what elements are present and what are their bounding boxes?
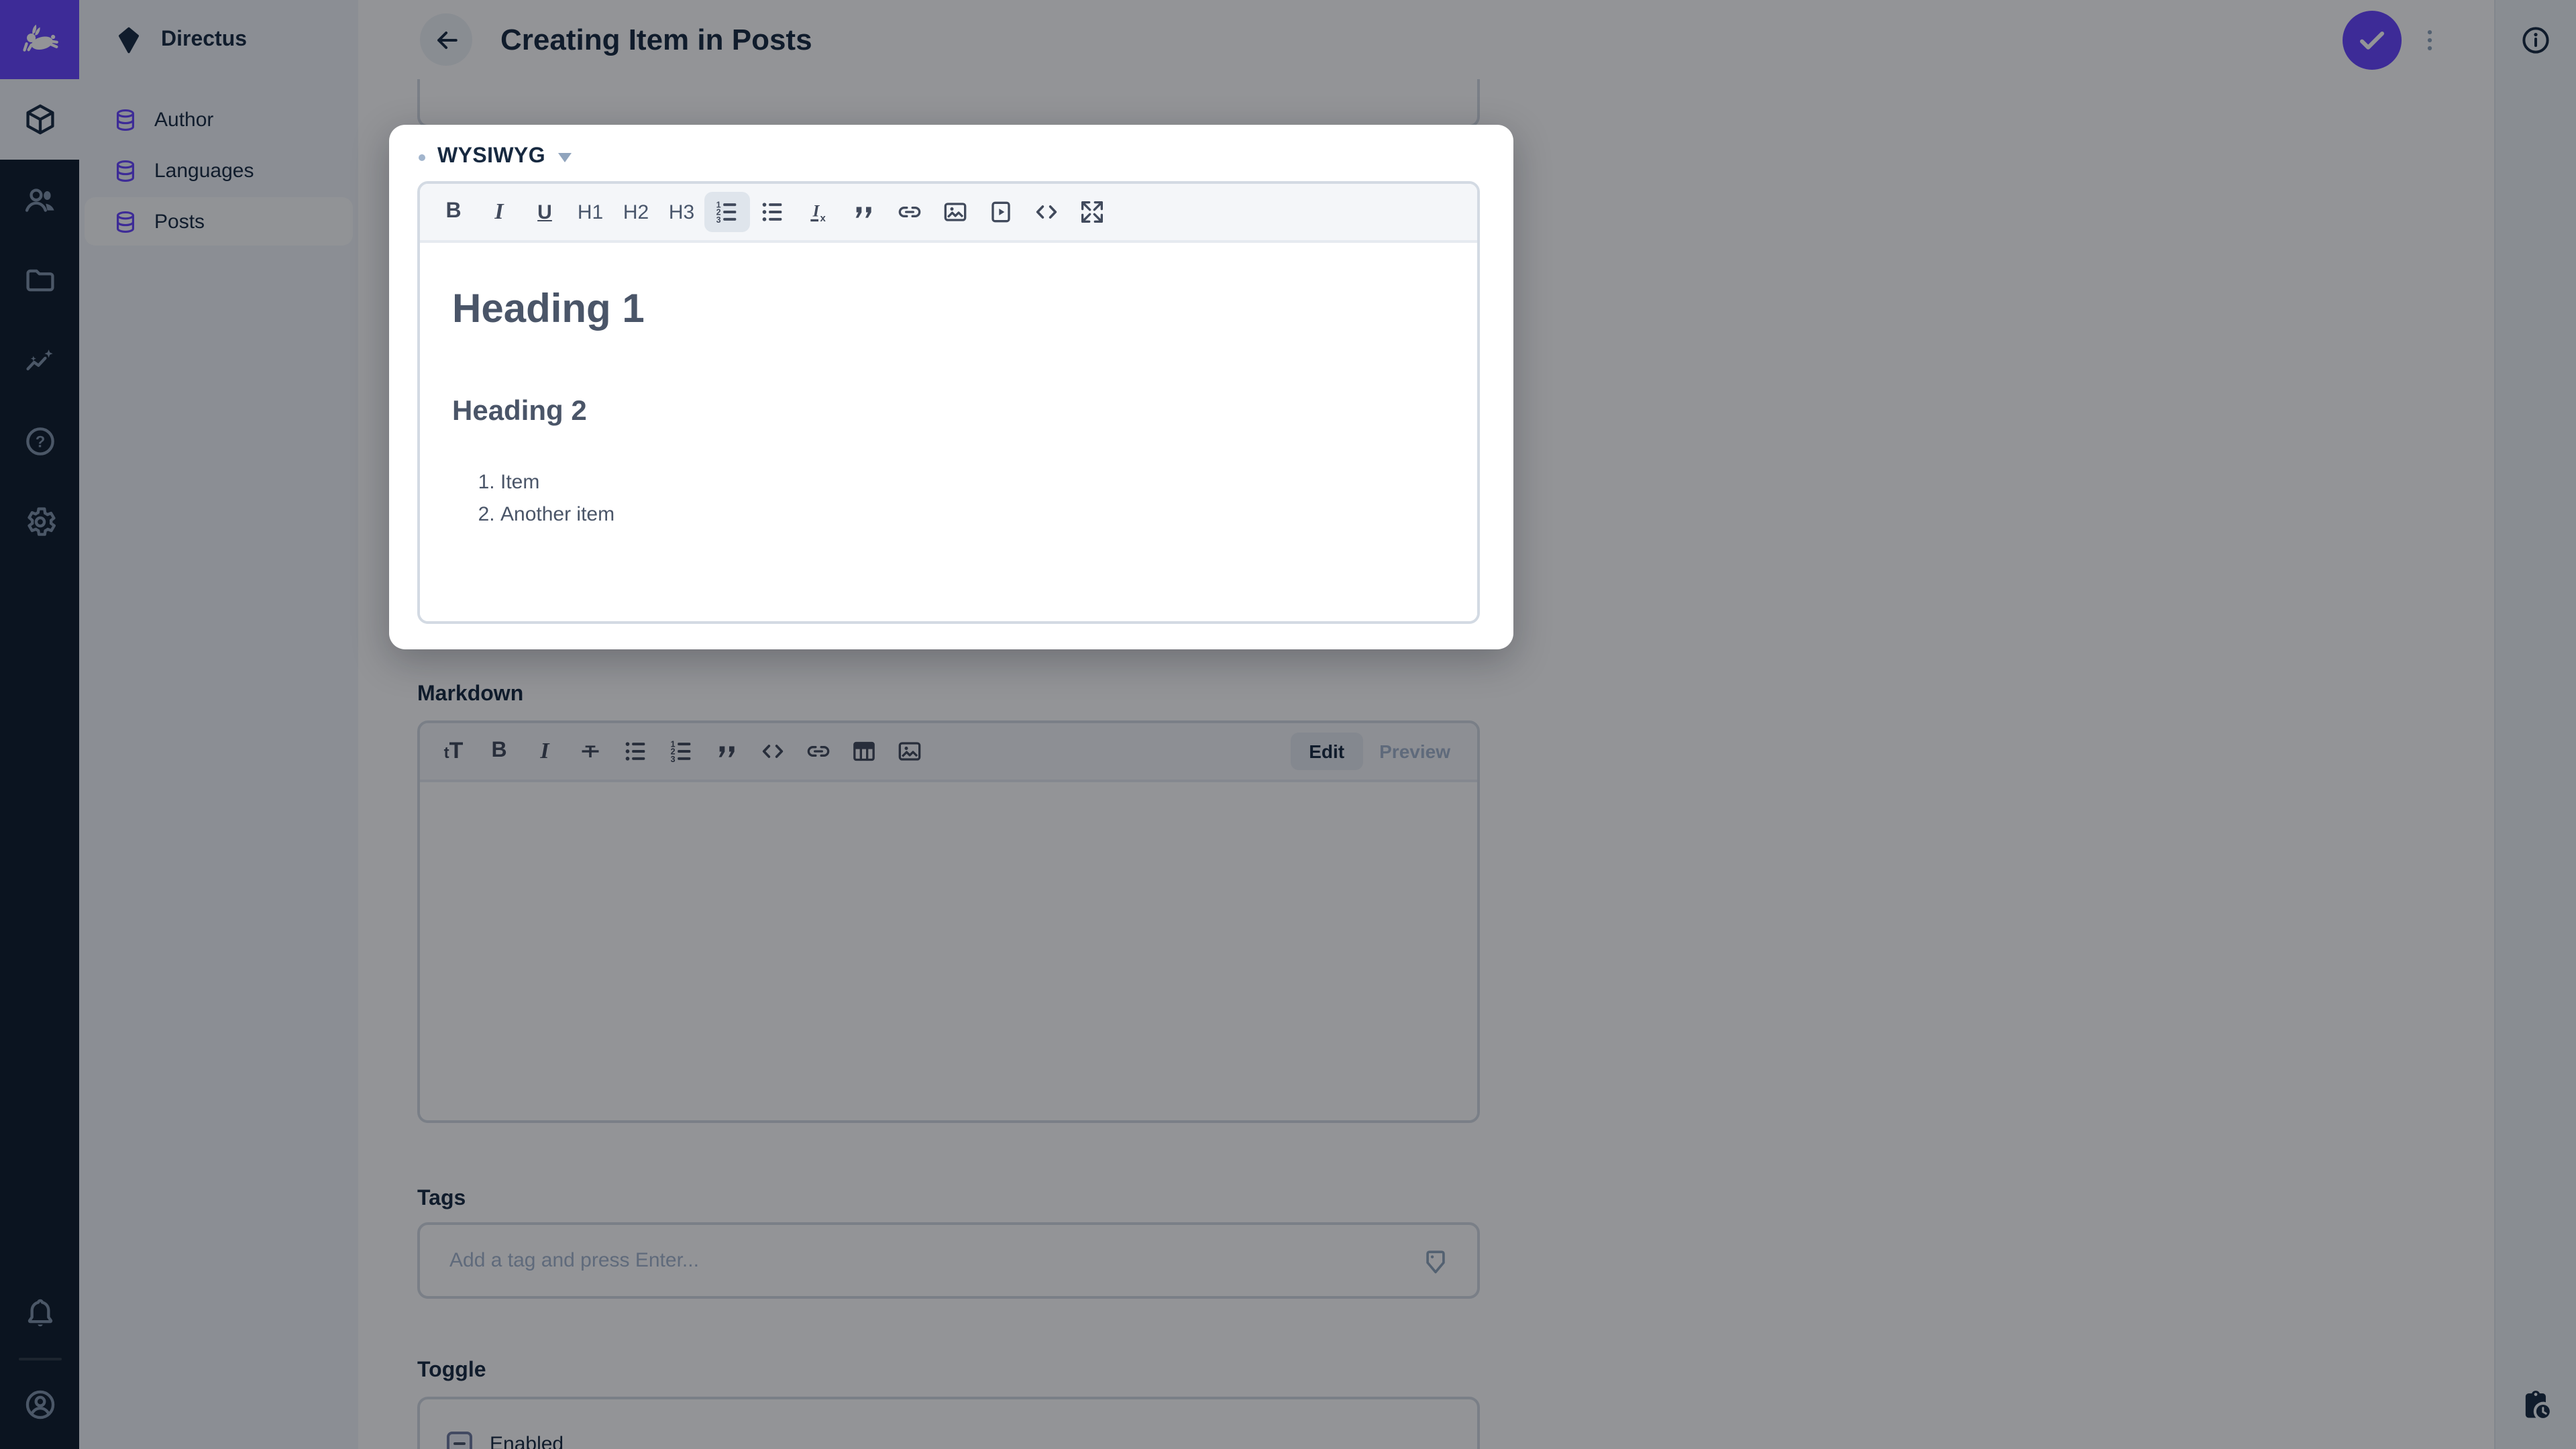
fullscreen-button[interactable]: [1069, 192, 1115, 232]
media-button[interactable]: [978, 192, 1024, 232]
chevron-down-icon[interactable]: [557, 152, 572, 162]
wysiwyg-field-card: WYSIWYG B I U H1 H2 H3 1 2 3 I x Heading…: [389, 125, 1513, 649]
image-button[interactable]: [932, 192, 978, 232]
content-heading2: Heading 2: [452, 396, 587, 427]
remove-format-button[interactable]: I x: [796, 192, 841, 232]
code-button[interactable]: [1024, 192, 1069, 232]
ordered-list-button[interactable]: 1 2 3: [704, 192, 750, 232]
underline-button[interactable]: U: [522, 192, 568, 232]
svg-text:3: 3: [716, 215, 721, 225]
app-window: ? Directus Author Languages Posts Creati…: [0, 0, 2576, 1449]
blockquote-button[interactable]: [841, 192, 887, 232]
svg-text:x: x: [820, 213, 826, 224]
edited-dot-icon: [419, 154, 425, 160]
list-item: Another item: [500, 503, 1445, 527]
list-item: Item: [500, 471, 1445, 495]
wysiwyg-field-label: WYSIWYG: [437, 145, 546, 168]
italic-button[interactable]: I: [476, 192, 522, 232]
h1-button[interactable]: H1: [568, 192, 613, 232]
link-button[interactable]: [887, 192, 932, 232]
content-heading1: Heading 1: [452, 287, 645, 331]
svg-text:I: I: [812, 203, 820, 221]
wysiwyg-toolbar: B I U H1 H2 H3 1 2 3 I x: [420, 184, 1477, 243]
h3-button[interactable]: H3: [659, 192, 704, 232]
wysiwyg-editor: B I U H1 H2 H3 1 2 3 I x Heading 1 Headi…: [417, 181, 1480, 624]
bold-button[interactable]: B: [431, 192, 476, 232]
bullet-list-button[interactable]: [750, 192, 796, 232]
content-ordered-list: Item Another item: [452, 471, 1445, 527]
wysiwyg-content[interactable]: Heading 1 Heading 2 Item Another item: [420, 243, 1477, 621]
wysiwyg-label-row[interactable]: WYSIWYG: [389, 125, 1513, 169]
h2-button[interactable]: H2: [613, 192, 659, 232]
